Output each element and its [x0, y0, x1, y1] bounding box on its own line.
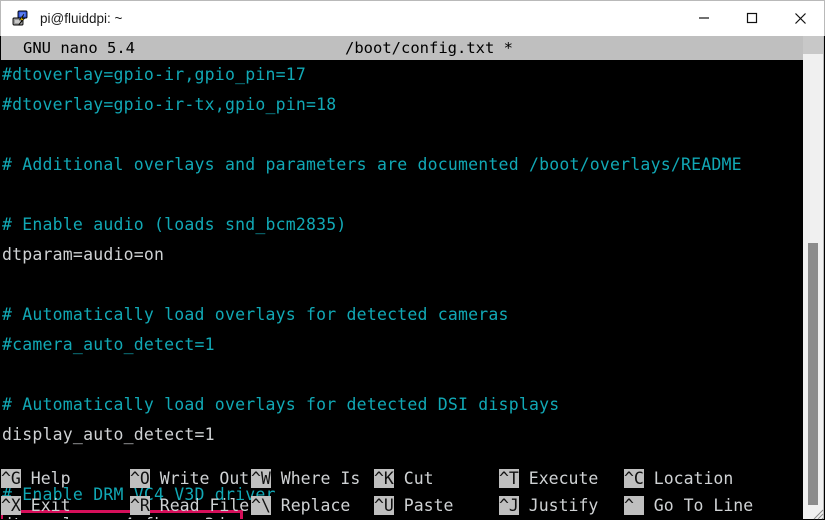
close-button[interactable]	[776, 1, 824, 36]
help-shortcut-label: Read File	[149, 496, 250, 515]
help-shortcut-key: ^W	[251, 469, 271, 488]
help-shortcut-label: Replace	[270, 496, 351, 515]
help-shortcut-item[interactable]: ^ Go To Line	[624, 492, 753, 519]
nano-version-label: GNU nano 5.4	[23, 39, 135, 57]
window-titlebar[interactable]: pi@fluiddpi: ~	[0, 0, 825, 36]
code-line-text: #camera_auto_detect=1	[2, 335, 215, 354]
titlebar-left-group: pi@fluiddpi: ~	[1, 9, 680, 29]
help-shortcut-label: Exit	[20, 496, 71, 515]
help-shortcut-key: ^\	[251, 496, 271, 515]
help-shortcut-label: Location	[643, 469, 734, 488]
help-shortcut-item[interactable]: ^U Paste	[374, 492, 453, 519]
nano-filename-label: /boot/config.txt *	[345, 39, 513, 57]
help-shortcut-key: ^K	[374, 469, 394, 488]
help-shortcut-label: Help	[20, 469, 71, 488]
maximize-button[interactable]	[728, 1, 776, 36]
help-shortcut-item[interactable]: ^G Help	[1, 465, 71, 492]
help-shortcut-label: Go To Line	[643, 496, 754, 515]
help-shortcut-item[interactable]: ^J Justify	[499, 492, 598, 519]
code-line: # Automatically load overlays for detect…	[1, 390, 803, 420]
code-line: #dtoverlay=gpio-ir-tx,gpio_pin=18	[1, 90, 803, 120]
terminal-text-area[interactable]: #dtoverlay=gpio-ir,gpio_pin=17 #dtoverlay…	[1, 60, 803, 519]
help-row-bottom: ^X Exit ^R Read File ^\ Replace ^U Paste ^J …	[1, 492, 803, 519]
help-shortcut-key: ^R	[130, 496, 150, 515]
help-shortcut-item[interactable]: ^T Execute	[499, 465, 598, 492]
code-line-text: # Enable audio (loads snd_bcm2835)	[2, 215, 347, 234]
help-row-top: ^G Help ^O Write Out ^W Where Is ^K Cut ^T E…	[1, 465, 803, 492]
code-line: # Additional overlays and parameters are…	[1, 150, 803, 180]
code-line-text: # Additional overlays and parameters are…	[2, 155, 742, 174]
help-shortcut-item[interactable]: ^C Location	[624, 465, 733, 492]
help-shortcut-label: Paste	[393, 496, 454, 515]
help-shortcut-key: ^X	[1, 496, 21, 515]
scrollbar-thumb[interactable]	[808, 243, 818, 505]
help-shortcut-key: ^C	[624, 469, 644, 488]
help-shortcut-key: ^T	[499, 469, 519, 488]
putty-terminal-window: pi@fluiddpi: ~ GNU nano 5.4 /boot/config…	[0, 0, 825, 520]
scrollbar-up-button[interactable]	[803, 36, 823, 54]
code-line: dtparam=audio=on	[1, 240, 803, 270]
help-shortcut-label: Write Out	[149, 469, 250, 488]
help-shortcut-label: Cut	[393, 469, 434, 488]
window-title: pi@fluiddpi: ~	[40, 11, 123, 26]
code-line-text: #dtoverlay=gpio-ir,gpio_pin=17	[2, 65, 307, 84]
nano-status-bar: GNU nano 5.4 /boot/config.txt *	[1, 36, 803, 60]
help-shortcut-item[interactable]: ^X Exit	[1, 492, 71, 519]
help-shortcut-label: Where Is	[270, 469, 361, 488]
help-shortcut-key: ^G	[1, 469, 21, 488]
help-shortcut-key: ^U	[374, 496, 394, 515]
code-line: # Automatically load overlays for detect…	[1, 300, 803, 330]
help-shortcut-label: Execute	[518, 469, 599, 488]
window-controls	[680, 1, 824, 37]
help-shortcut-key: ^	[624, 496, 644, 515]
minimize-button[interactable]	[680, 1, 728, 36]
code-line: #camera_auto_detect=1	[1, 330, 803, 360]
minimize-icon	[699, 17, 709, 19]
code-line-text: dtparam=audio=on	[2, 245, 165, 264]
help-shortcut-item[interactable]: ^R Read File	[130, 492, 249, 519]
help-shortcut-key: ^O	[130, 469, 150, 488]
help-shortcut-item[interactable]: ^W Where Is	[251, 465, 360, 492]
help-shortcut-item[interactable]: ^O Write Out	[130, 465, 249, 492]
code-line-text: # Automatically load overlays for detect…	[2, 305, 509, 324]
config-file-content: #dtoverlay=gpio-ir,gpio_pin=17 #dtoverlay…	[1, 60, 803, 519]
help-shortcut-item[interactable]: ^K Cut	[374, 465, 434, 492]
help-shortcut-item[interactable]: ^\ Replace	[251, 492, 350, 519]
code-line: display_auto_detect=1	[1, 420, 803, 450]
putty-icon	[11, 9, 31, 29]
code-line-text: display_auto_detect=1	[2, 425, 215, 444]
maximize-icon	[746, 12, 758, 24]
help-shortcut-key: ^J	[499, 496, 519, 515]
close-icon	[794, 12, 806, 24]
code-line: #dtoverlay=gpio-ir,gpio_pin=17	[1, 60, 803, 90]
code-line-text: # Automatically load overlays for detect…	[2, 395, 560, 414]
help-shortcut-label: Justify	[518, 496, 599, 515]
code-line-text: #dtoverlay=gpio-ir-tx,gpio_pin=18	[2, 95, 337, 114]
nano-shortcut-help-bar: ^G Help ^O Write Out ^W Where Is ^K Cut ^T E…	[1, 465, 803, 519]
resize-grip-icon[interactable]	[810, 506, 824, 520]
vertical-scrollbar[interactable]	[803, 36, 824, 519]
code-line: # Enable audio (loads snd_bcm2835)	[1, 210, 803, 240]
